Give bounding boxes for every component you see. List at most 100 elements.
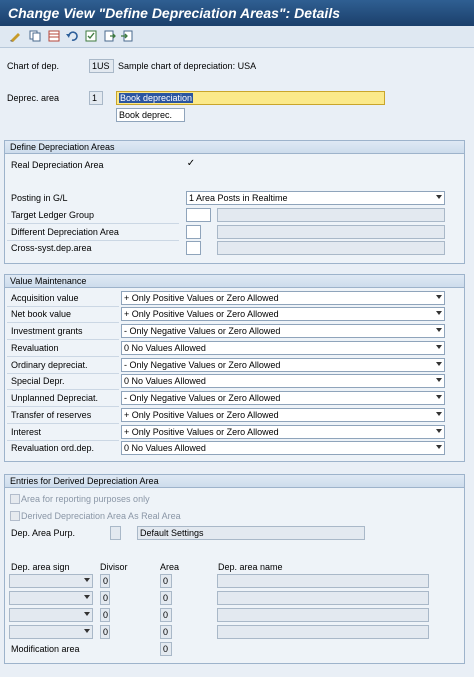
dep-area-sign-select <box>9 608 93 622</box>
divisor-field: 0 <box>100 574 110 588</box>
different-depreciation-area-text <box>217 225 445 239</box>
import-icon[interactable] <box>121 30 133 42</box>
table-icon[interactable] <box>48 30 60 42</box>
value-row-value: + Only Positive Values or Zero Allowed <box>124 309 279 319</box>
chart-of-dep-label: Chart of dep. <box>7 61 60 71</box>
row-divider <box>7 389 119 390</box>
value-row-label: Investment grants <box>11 326 83 336</box>
target-ledger-group-label: Target Ledger Group <box>11 210 95 220</box>
area-short-name-field[interactable]: Book deprec. <box>116 108 185 122</box>
col-header-area: Area <box>160 562 180 572</box>
undo-icon[interactable] <box>66 30 78 42</box>
value-row-value: + Only Positive Values or Zero Allowed <box>124 427 279 437</box>
value-row-select[interactable]: - Only Negative Values or Zero Allowed <box>121 324 445 338</box>
dep-area-purp-input <box>110 526 121 540</box>
posting-in-gl-select[interactable]: 1 Area Posts in Realtime <box>186 191 445 205</box>
value-row-label: Net book value <box>11 309 72 319</box>
col-header-sign: Dep. area sign <box>11 562 70 572</box>
application-toolbar <box>0 26 474 48</box>
value-row-select[interactable]: + Only Positive Values or Zero Allowed <box>121 408 445 422</box>
value-row-value: - Only Negative Values or Zero Allowed <box>124 393 281 403</box>
window-title: Change View "Define Depreciation Areas":… <box>0 0 474 26</box>
area-name-input[interactable]: Book depreciation <box>116 91 385 105</box>
copy-icon[interactable] <box>29 30 41 42</box>
value-row-label: Unplanned Depreciat. <box>11 393 99 403</box>
value-row-value: 0 No Values Allowed <box>124 443 206 453</box>
reporting-purposes-label: Area for reporting purposes only <box>21 494 150 504</box>
dep-area-purp-label: Dep. Area Purp. <box>11 528 76 538</box>
area-name-text: Book depreciation <box>119 93 194 103</box>
different-depreciation-area-input[interactable] <box>186 225 201 239</box>
value-row-select[interactable]: + Only Positive Values or Zero Allowed <box>121 291 445 305</box>
value-row-select[interactable]: 0 No Values Allowed <box>121 341 445 355</box>
area-field: 0 <box>160 574 172 588</box>
chevron-down-icon <box>84 629 90 633</box>
value-row-select[interactable]: + Only Positive Values or Zero Allowed <box>121 307 445 321</box>
cross-syst-dep-area-text <box>217 241 445 255</box>
reporting-purposes-checkbox <box>10 494 20 504</box>
divisor-field: 0 <box>100 591 110 605</box>
dep-area-sign-select <box>9 591 93 605</box>
modification-area-field: 0 <box>160 642 172 656</box>
divisor-field: 0 <box>100 608 110 622</box>
different-depreciation-area-label: Different Depreciation Area <box>11 227 119 237</box>
derived-real-area-label: Derived Depreciation Area As Real Area <box>21 511 181 521</box>
value-row-select[interactable]: 0 No Values Allowed <box>121 441 445 455</box>
group-title: Value Maintenance <box>5 275 464 288</box>
deprec-area-field[interactable]: 1 <box>89 91 103 105</box>
export-icon[interactable] <box>104 30 116 42</box>
value-row-label: Interest <box>11 427 42 437</box>
row-divider <box>7 356 119 357</box>
cross-syst-dep-area-label: Cross-syst.dep.area <box>11 243 92 253</box>
real-depreciation-area-checkbox[interactable]: ✓ <box>186 159 196 170</box>
value-row-label: Ordinary depreciat. <box>11 360 88 370</box>
row-divider <box>7 423 119 424</box>
value-row-select[interactable]: 0 No Values Allowed <box>121 374 445 388</box>
value-row-value: 0 No Values Allowed <box>124 343 206 353</box>
chevron-down-icon <box>84 595 90 599</box>
posting-in-gl-value: 1 Area Posts in Realtime <box>189 193 288 203</box>
chart-of-dep-field[interactable]: 1US <box>89 59 114 73</box>
value-row-select[interactable]: - Only Negative Values or Zero Allowed <box>121 358 445 372</box>
chevron-down-icon <box>436 378 442 382</box>
chevron-down-icon <box>436 445 442 449</box>
row-divider <box>7 322 119 323</box>
value-row-label: Transfer of reserves <box>11 410 92 420</box>
area-field: 0 <box>160 608 172 622</box>
value-row-value: + Only Positive Values or Zero Allowed <box>124 293 279 303</box>
cross-syst-dep-area-input[interactable] <box>186 241 201 255</box>
value-row-label: Revaluation ord.dep. <box>11 443 95 453</box>
group-title: Entries for Derived Depreciation Area <box>5 475 464 488</box>
dep-area-purp-text: Default Settings <box>137 526 365 540</box>
dep-area-name-field <box>217 608 429 622</box>
chevron-down-icon <box>436 195 442 199</box>
divisor-field: 0 <box>100 625 110 639</box>
chevron-down-icon <box>436 412 442 416</box>
value-row-label: Revaluation <box>11 343 59 353</box>
posting-in-gl-label: Posting in G/L <box>11 193 68 203</box>
chevron-down-icon <box>84 612 90 616</box>
dep-area-sign-select <box>9 625 93 639</box>
value-row-value: - Only Negative Values or Zero Allowed <box>124 360 281 370</box>
chevron-down-icon <box>436 429 442 433</box>
chevron-down-icon <box>436 362 442 366</box>
row-divider <box>7 339 119 340</box>
target-ledger-group-text <box>217 208 445 222</box>
detail-icon[interactable] <box>85 30 97 42</box>
edit-icon[interactable] <box>9 30 21 42</box>
group-title: Define Depreciation Areas <box>5 141 464 154</box>
value-row-select[interactable]: - Only Negative Values or Zero Allowed <box>121 391 445 405</box>
value-row-label: Acquisition value <box>11 293 79 303</box>
chart-of-dep-description: Sample chart of depreciation: USA <box>118 61 257 71</box>
target-ledger-group-input[interactable] <box>186 208 211 222</box>
dep-area-name-field <box>217 574 429 588</box>
chevron-down-icon <box>436 328 442 332</box>
row-divider <box>7 223 179 224</box>
dep-area-name-field <box>217 591 429 605</box>
chevron-down-icon <box>436 311 442 315</box>
deprec-area-label: Deprec. area <box>7 93 60 103</box>
dep-area-name-field <box>217 625 429 639</box>
value-row-select[interactable]: + Only Positive Values or Zero Allowed <box>121 425 445 439</box>
col-header-divisor: Divisor <box>100 562 128 572</box>
chevron-down-icon <box>436 345 442 349</box>
